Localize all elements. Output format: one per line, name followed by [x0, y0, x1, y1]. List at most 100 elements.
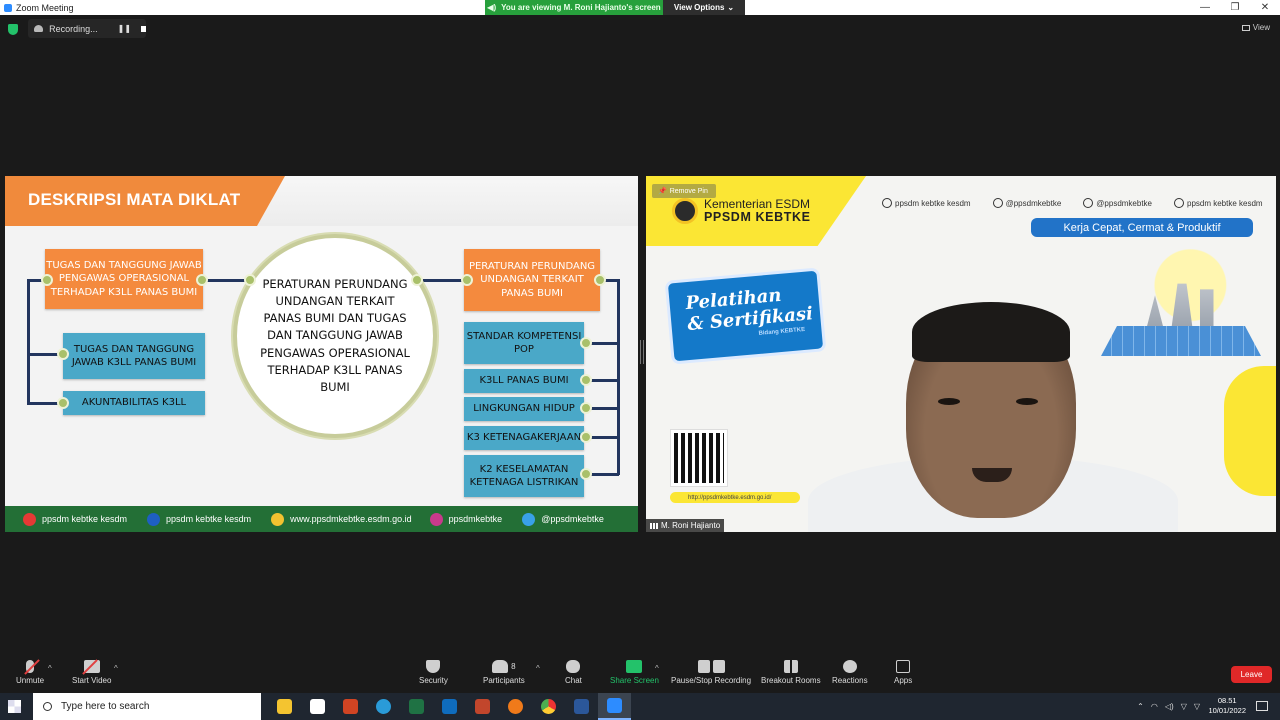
remove-pin-label: Remove Pin: [669, 187, 708, 195]
footer-text: ppsdm kebtke kesdm: [166, 514, 252, 524]
tray-chevron-up-icon[interactable]: ⌃: [1137, 702, 1144, 711]
recording-label: Recording...: [49, 23, 98, 34]
taskbar-app-edge[interactable]: [367, 693, 400, 720]
meeting-toolbar: Unmute ^ Start Video ^ Security 8 Partic…: [0, 654, 1280, 693]
share-screen-button[interactable]: Share Screen: [610, 660, 659, 685]
search-icon: [43, 702, 52, 711]
chrome-icon: [541, 699, 556, 714]
box-text: STANDAR KOMPETENSI POP: [466, 330, 582, 356]
taskbar-app-word[interactable]: [565, 693, 598, 720]
box-text: TUGAS DAN TANGGUNG JAWAB PENGAWAS OPERAS…: [46, 259, 202, 298]
connector-knob: [411, 274, 423, 286]
pause-recording-icon[interactable]: ❚❚: [118, 24, 131, 33]
share-screen-label: Share Screen: [610, 676, 659, 685]
shared-screen-slide: DESKRIPSI MATA DIKLAT TUGAS DAN TANGGUNG…: [5, 176, 638, 532]
tray-app-icon[interactable]: ▽: [1181, 702, 1187, 711]
minimize-button[interactable]: —: [1190, 0, 1220, 15]
box-peraturan: PERATURAN PERUNDANG UNDANGAN TERKAIT PAN…: [464, 249, 600, 311]
unmute-button[interactable]: Unmute: [16, 660, 44, 685]
breakout-rooms-button[interactable]: Breakout Rooms: [761, 660, 821, 685]
footer-item-instagram: ppsdmkebtke: [429, 512, 503, 526]
footer-item-youtube: ppsdm kebtke kesdm: [23, 512, 127, 526]
remove-pin-button[interactable]: 📌 Remove Pin: [652, 184, 716, 198]
participants-button[interactable]: 8 Participants: [483, 660, 525, 685]
box-standar-kompetensi: STANDAR KOMPETENSI POP: [464, 322, 584, 364]
breakout-rooms-icon: [783, 660, 798, 673]
windows-start-icon[interactable]: [8, 700, 21, 713]
connector-knob: [580, 468, 592, 480]
notification-icon[interactable]: [1256, 701, 1268, 711]
window-title: Zoom Meeting: [16, 2, 74, 13]
taskbar-app-outlook[interactable]: [433, 693, 466, 720]
view-label: View: [1252, 23, 1270, 32]
audio-options-caret[interactable]: ^: [48, 664, 52, 673]
view-grid-icon: [1241, 24, 1250, 31]
taskbar-app-excel[interactable]: [400, 693, 433, 720]
instagram-icon: [1083, 198, 1094, 208]
split-view-divider[interactable]: [640, 340, 644, 364]
media-icon: [475, 699, 490, 714]
social-instagram: @ppsdmkebtke: [1083, 198, 1152, 208]
wifi-icon[interactable]: ◠: [1151, 702, 1158, 711]
social-text: @ppsdmkebtke: [1096, 198, 1152, 208]
taskbar-app-file-explorer[interactable]: [268, 693, 301, 720]
file-explorer-icon: [277, 699, 292, 714]
taskbar-app-zoom[interactable]: [598, 693, 631, 720]
view-options-button[interactable]: View Options ⌄: [663, 0, 745, 15]
slide-footer: ppsdm kebtke kesdm ppsdm kebtke kesdm ww…: [5, 506, 638, 532]
chat-button[interactable]: Chat: [565, 660, 582, 685]
maximize-button[interactable]: ❐: [1220, 0, 1250, 15]
connector-line: [589, 379, 619, 382]
security-shield-icon[interactable]: [8, 24, 18, 35]
apps-button[interactable]: Apps: [894, 660, 912, 685]
footer-text: www.ppsdmkebtke.esdm.go.id: [290, 514, 412, 524]
pause-stop-icons: [697, 660, 725, 673]
footer-text: ppsdmkebtke: [448, 514, 503, 524]
pause-stop-label: Pause/Stop Recording: [671, 676, 752, 685]
tray-app-icon[interactable]: ▽: [1194, 702, 1200, 711]
box-text: K2 KESELAMATAN KETENAGA LISTRIKAN: [469, 463, 579, 489]
stop-recording-icon[interactable]: [141, 25, 146, 32]
view-button[interactable]: View: [1241, 23, 1270, 32]
taskbar-app-chrome[interactable]: [532, 693, 565, 720]
pause-stop-recording-button[interactable]: Pause/Stop Recording: [671, 660, 751, 685]
volume-icon[interactable]: ◁): [1165, 702, 1174, 711]
zoom-icon: [607, 698, 622, 713]
security-label: Security: [419, 676, 448, 685]
close-button[interactable]: ✕: [1250, 0, 1280, 15]
cloud-icon: [34, 25, 44, 32]
connector-line: [27, 279, 30, 405]
search-placeholder: Type here to search: [61, 701, 150, 712]
unmute-label: Unmute: [16, 676, 45, 685]
taskbar-app-store[interactable]: [301, 693, 334, 720]
connector-knob: [57, 397, 69, 409]
leave-button[interactable]: Leave: [1231, 666, 1272, 683]
video-options-caret[interactable]: ^: [114, 664, 118, 673]
share-screen-icon: [626, 660, 643, 673]
taskbar-app-powerpoint[interactable]: [334, 693, 367, 720]
person-eye: [938, 398, 960, 405]
speaker-icon: ◀): [487, 3, 497, 12]
background-socials: ppsdm kebtke kesdm @ppsdmkebtke @ppsdmke…: [882, 198, 1263, 208]
word-icon: [574, 699, 589, 714]
taskbar-app-firefox[interactable]: [499, 693, 532, 720]
share-options-caret[interactable]: ^: [655, 664, 659, 673]
reactions-button[interactable]: Reactions: [832, 660, 868, 685]
start-video-button[interactable]: Start Video: [72, 660, 111, 685]
security-button[interactable]: Security: [419, 660, 448, 685]
esdm-logo: [672, 198, 698, 224]
taskbar-search-box[interactable]: Type here to search: [33, 693, 261, 720]
participants-caret[interactable]: ^: [536, 664, 540, 673]
participants-icon-wrap: 8: [492, 660, 516, 673]
outlook-icon: [442, 699, 457, 714]
social-youtube: ppsdm kebtke kesdm: [1174, 198, 1263, 208]
taskbar-clock[interactable]: 08.51 10/01/2022: [1208, 696, 1246, 716]
connector-knob: [580, 431, 592, 443]
social-text: @ppsdmkebtke: [1005, 198, 1062, 208]
chevron-down-icon: ⌄: [727, 3, 735, 12]
center-circle: PERATURAN PERUNDANG UNDANGAN TERKAIT PAN…: [233, 234, 437, 438]
twitter-icon: [992, 198, 1003, 208]
connector-knob: [41, 274, 53, 286]
taskbar-app-media[interactable]: [466, 693, 499, 720]
store-icon: [310, 699, 325, 714]
